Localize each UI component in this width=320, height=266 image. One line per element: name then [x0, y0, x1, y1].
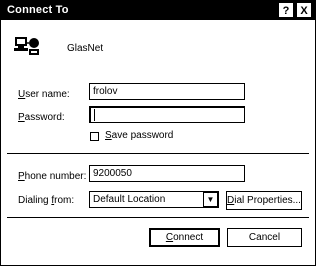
title-bar[interactable]: Connect To ? X: [1, 1, 315, 20]
dialup-connection-icon: [14, 37, 39, 55]
connect-button[interactable]: Connect: [149, 228, 220, 247]
save-password-checkbox[interactable]: [90, 132, 99, 141]
cancel-button[interactable]: Cancel: [227, 228, 302, 247]
separator: [7, 217, 309, 218]
password-label: Password:: [18, 112, 65, 123]
window-title: Connect To: [7, 4, 69, 16]
text-caret: [94, 109, 95, 122]
phone-number-input[interactable]: 9200050: [89, 165, 245, 182]
help-button[interactable]: ?: [279, 3, 293, 17]
user-name-input[interactable]: frolov: [89, 83, 245, 100]
close-button[interactable]: X: [297, 3, 311, 17]
phone-number-label: Phone number:: [18, 171, 87, 182]
separator: [7, 153, 309, 154]
dialing-from-select[interactable]: Default Location: [89, 191, 219, 208]
dial-properties-button[interactable]: Dial Properties...: [226, 191, 302, 210]
password-input[interactable]: [89, 106, 245, 123]
user-name-label: User name:: [18, 89, 70, 100]
dropdown-arrow-icon[interactable]: ▼: [203, 192, 218, 207]
dialing-from-label: Dialing from:: [18, 195, 75, 206]
connection-name: GlasNet: [67, 43, 104, 54]
save-password-label[interactable]: Save password: [105, 130, 173, 141]
connect-to-dialog: Connect To ? X GlasNet User name: frolov…: [0, 0, 316, 266]
